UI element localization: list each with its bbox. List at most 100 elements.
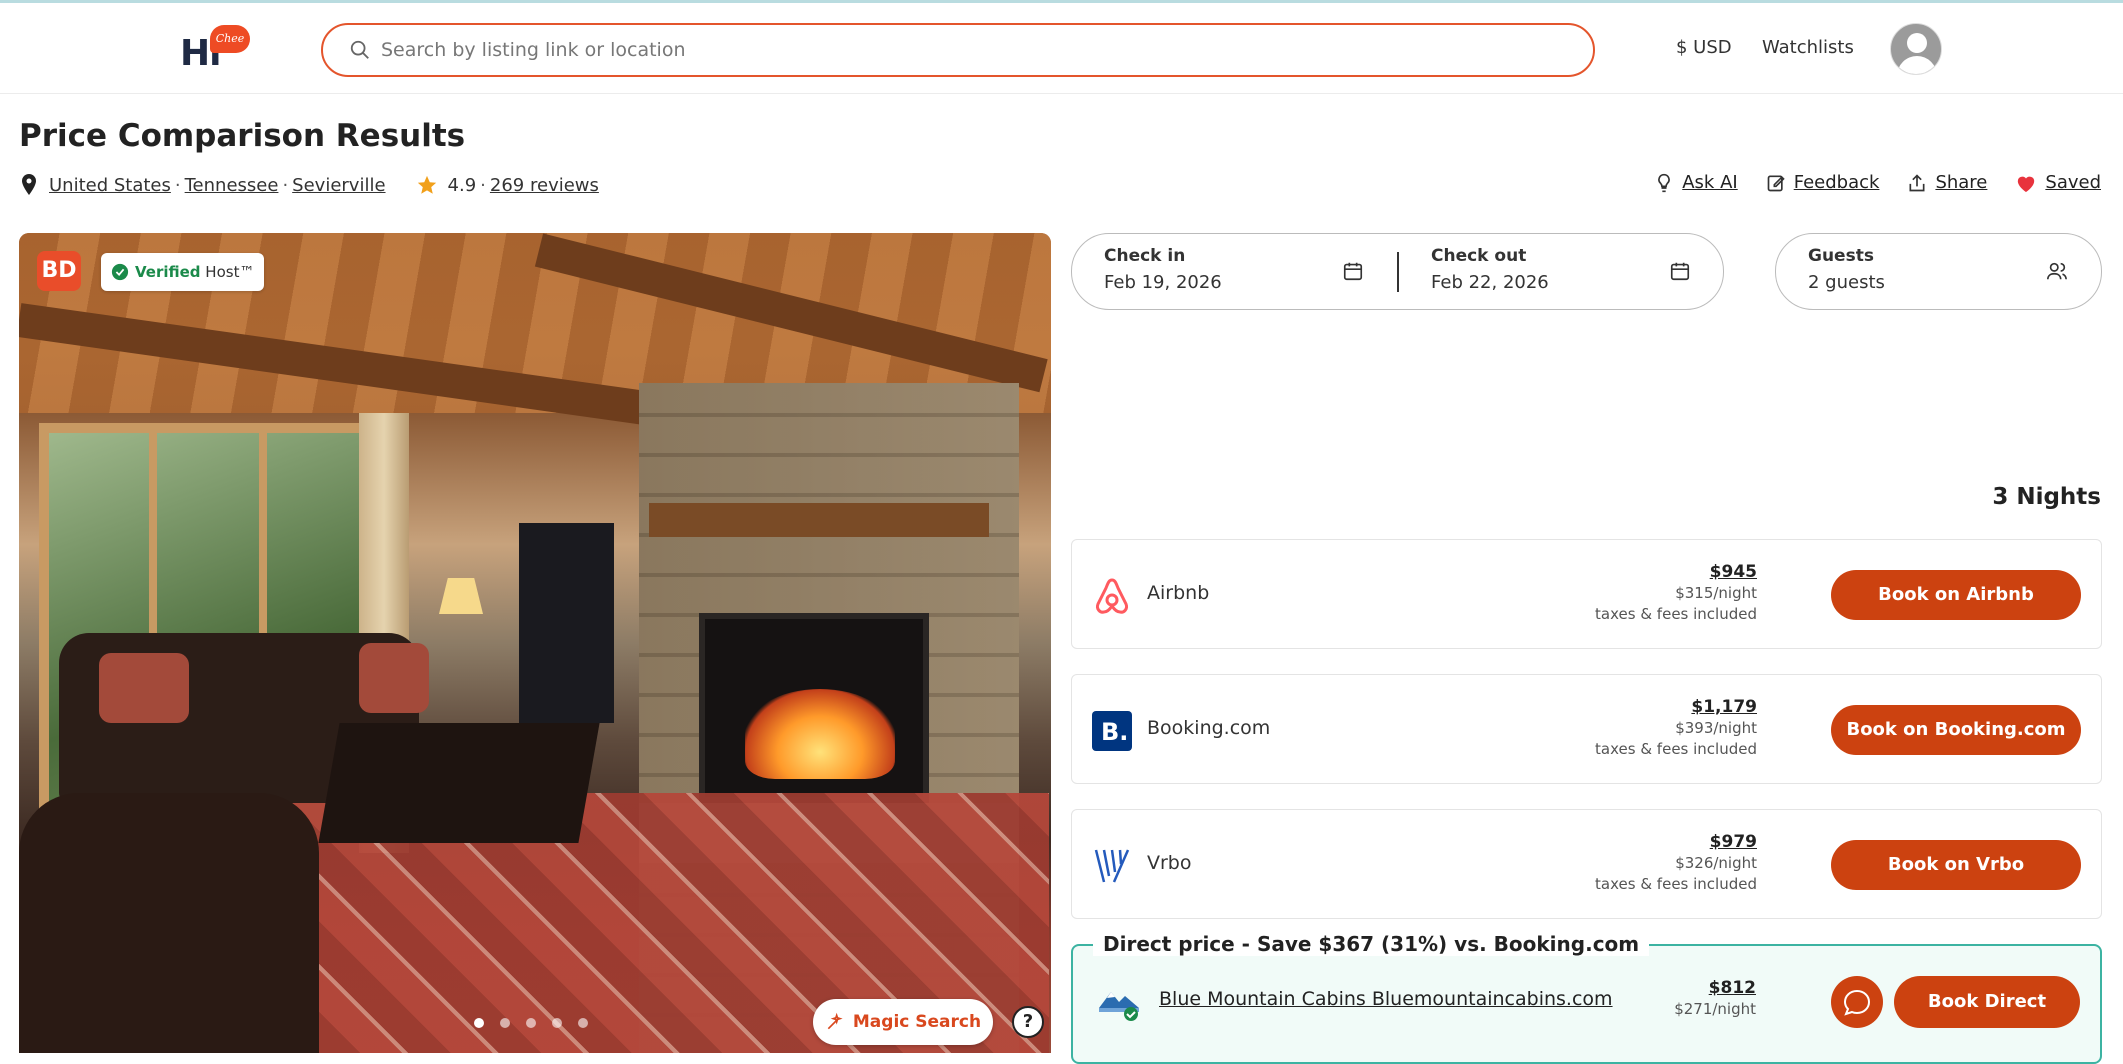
price-block: $979 $326/night taxes & fees included: [1595, 832, 1757, 895]
map-pin-icon: [22, 174, 36, 195]
hichee-logo[interactable]: Hi Chee: [178, 25, 258, 74]
book-on-booking-button[interactable]: Book on Booking.com: [1831, 705, 2081, 755]
location-country[interactable]: United States: [49, 175, 171, 196]
carousel-dot[interactable]: [500, 1018, 510, 1028]
nightly-price: $271/night: [1674, 1000, 1756, 1018]
photo-arcade: [519, 523, 614, 723]
currency-selector[interactable]: $ USD: [1676, 37, 1732, 58]
guests-label: Guests: [1808, 246, 1874, 266]
users-icon: [2047, 262, 2067, 280]
total-price[interactable]: $945: [1595, 562, 1757, 583]
offer-row-vrbo: Vrbo $979 $326/night taxes & fees includ…: [1071, 809, 2102, 919]
share-button[interactable]: Share: [1907, 172, 1987, 193]
nightly-price: $315/night: [1675, 584, 1757, 602]
provider-name: Vrbo: [1147, 852, 1192, 874]
edit-icon: [1767, 175, 1785, 191]
check-out-value: Feb 22, 2026: [1431, 272, 1549, 293]
check-in-field[interactable]: Check in Feb 19, 2026: [1104, 246, 1222, 293]
logo-bubble: Chee: [210, 25, 250, 53]
ask-ai-button[interactable]: Ask AI: [1654, 172, 1738, 193]
fees-note: taxes & fees included: [1595, 875, 1757, 893]
carousel-dot[interactable]: [526, 1018, 536, 1028]
price-block: $945 $315/night taxes & fees included: [1595, 562, 1757, 625]
price-block: $812 $271/night: [1674, 978, 1756, 1020]
price-block: $1,179 $393/night taxes & fees included: [1595, 697, 1757, 760]
chat-bubble-icon: [1843, 989, 1871, 1016]
star-icon: [417, 175, 436, 194]
carousel-dot[interactable]: [474, 1018, 484, 1028]
search-bar[interactable]: [321, 23, 1595, 77]
photo-coffee-table: [318, 723, 600, 843]
book-on-vrbo-button[interactable]: Book on Vrbo: [1831, 840, 2081, 890]
rating-value: 4.9: [447, 174, 477, 196]
help-button[interactable]: ?: [1012, 1006, 1044, 1038]
nightly-price: $393/night: [1675, 719, 1757, 737]
photo-mantel: [649, 503, 989, 537]
host-badge: BD: [37, 251, 81, 291]
verified-host-badge: Verified Host™: [101, 253, 265, 291]
check-in-value: Feb 19, 2026: [1104, 272, 1222, 293]
date-divider: [1397, 252, 1399, 292]
watchlists-link[interactable]: Watchlists: [1762, 37, 1854, 58]
reviews-link[interactable]: 269 reviews: [490, 175, 599, 196]
user-avatar[interactable]: [1890, 23, 1942, 75]
heart-icon: [2018, 176, 2035, 192]
separator-dot: ·: [174, 174, 181, 196]
svg-text:B.: B.: [1101, 718, 1128, 746]
photo-fire: [745, 689, 895, 779]
booking-icon: B.: [1092, 711, 1132, 751]
saved-label: Saved: [2045, 172, 2101, 193]
guests-text: Guests 2 guests: [1808, 246, 1885, 293]
book-direct-button[interactable]: Book Direct: [1894, 976, 2080, 1028]
chat-button[interactable]: [1831, 976, 1883, 1028]
separator-dot: ·: [480, 174, 486, 196]
offer-row-airbnb: Airbnb $945 $315/night taxes & fees incl…: [1071, 539, 2102, 649]
avatar-body: [1897, 56, 1937, 74]
provider-name: Booking.com: [1147, 717, 1271, 739]
direct-savings-legend: Direct price - Save $367 (31%) vs. Booki…: [1093, 932, 1650, 956]
top-header: Hi Chee $ USD Watchlists: [0, 3, 2123, 94]
blue-mountain-logo-icon: [1099, 992, 1139, 1021]
check-in-label: Check in: [1104, 246, 1186, 266]
carousel-dot[interactable]: [552, 1018, 562, 1028]
share-label: Share: [1935, 172, 1988, 193]
nightly-price: $326/night: [1675, 854, 1757, 872]
search-input[interactable]: [381, 35, 1561, 65]
direct-host-link[interactable]: Blue Mountain Cabins Bluemountaincabins.…: [1159, 988, 1613, 1010]
location-city[interactable]: Sevierville: [292, 175, 385, 196]
share-icon: [1909, 173, 1925, 191]
feedback-button[interactable]: Feedback: [1766, 172, 1879, 193]
photo-lamp: [439, 578, 483, 614]
guests-value: 2 guests: [1808, 272, 1885, 293]
check-out-label: Check out: [1431, 246, 1527, 266]
magic-search-label: Magic Search: [852, 1012, 982, 1032]
check-out-field[interactable]: Check out Feb 22, 2026: [1431, 246, 1549, 293]
direct-offer: Direct price - Save $367 (31%) vs. Booki…: [1071, 932, 2102, 1064]
photo-pillow: [99, 653, 189, 723]
location-state[interactable]: Tennessee: [185, 175, 279, 196]
date-picker[interactable]: Check in Feb 19, 2026 Check out Feb 22, …: [1071, 233, 1724, 310]
photo-fireplace: [699, 613, 929, 803]
nights-count: 3 Nights: [1992, 484, 2101, 510]
location-breadcrumb: United States · Tennessee · Sevierville …: [19, 172, 599, 198]
check-circle-icon: [111, 263, 129, 281]
total-price[interactable]: $979: [1595, 832, 1757, 853]
guests-field[interactable]: Guests 2 guests: [1775, 233, 2102, 310]
magic-wand-icon: [827, 1012, 843, 1030]
photo-pillow: [359, 643, 429, 713]
total-price[interactable]: $812: [1674, 978, 1756, 999]
airbnb-icon: [1096, 578, 1128, 614]
total-price[interactable]: $1,179: [1595, 697, 1757, 718]
carousel-dots: [474, 1018, 588, 1028]
search-icon: [350, 40, 369, 59]
book-on-airbnb-button[interactable]: Book on Airbnb: [1831, 570, 2081, 620]
offer-row-booking: B. Booking.com $1,179 $393/night taxes &…: [1071, 674, 2102, 784]
separator-dot: ·: [282, 174, 289, 196]
saved-button[interactable]: Saved: [2015, 172, 2101, 193]
magic-search-button[interactable]: Magic Search: [813, 999, 993, 1045]
listing-actions: Ask AI Feedback Share Saved: [1654, 172, 2101, 193]
verified-label: Verified: [135, 263, 201, 281]
listing-photo[interactable]: BD Verified Host™ Magic Search ?: [19, 233, 1051, 1053]
carousel-dot[interactable]: [578, 1018, 588, 1028]
avatar-head: [1907, 33, 1927, 53]
